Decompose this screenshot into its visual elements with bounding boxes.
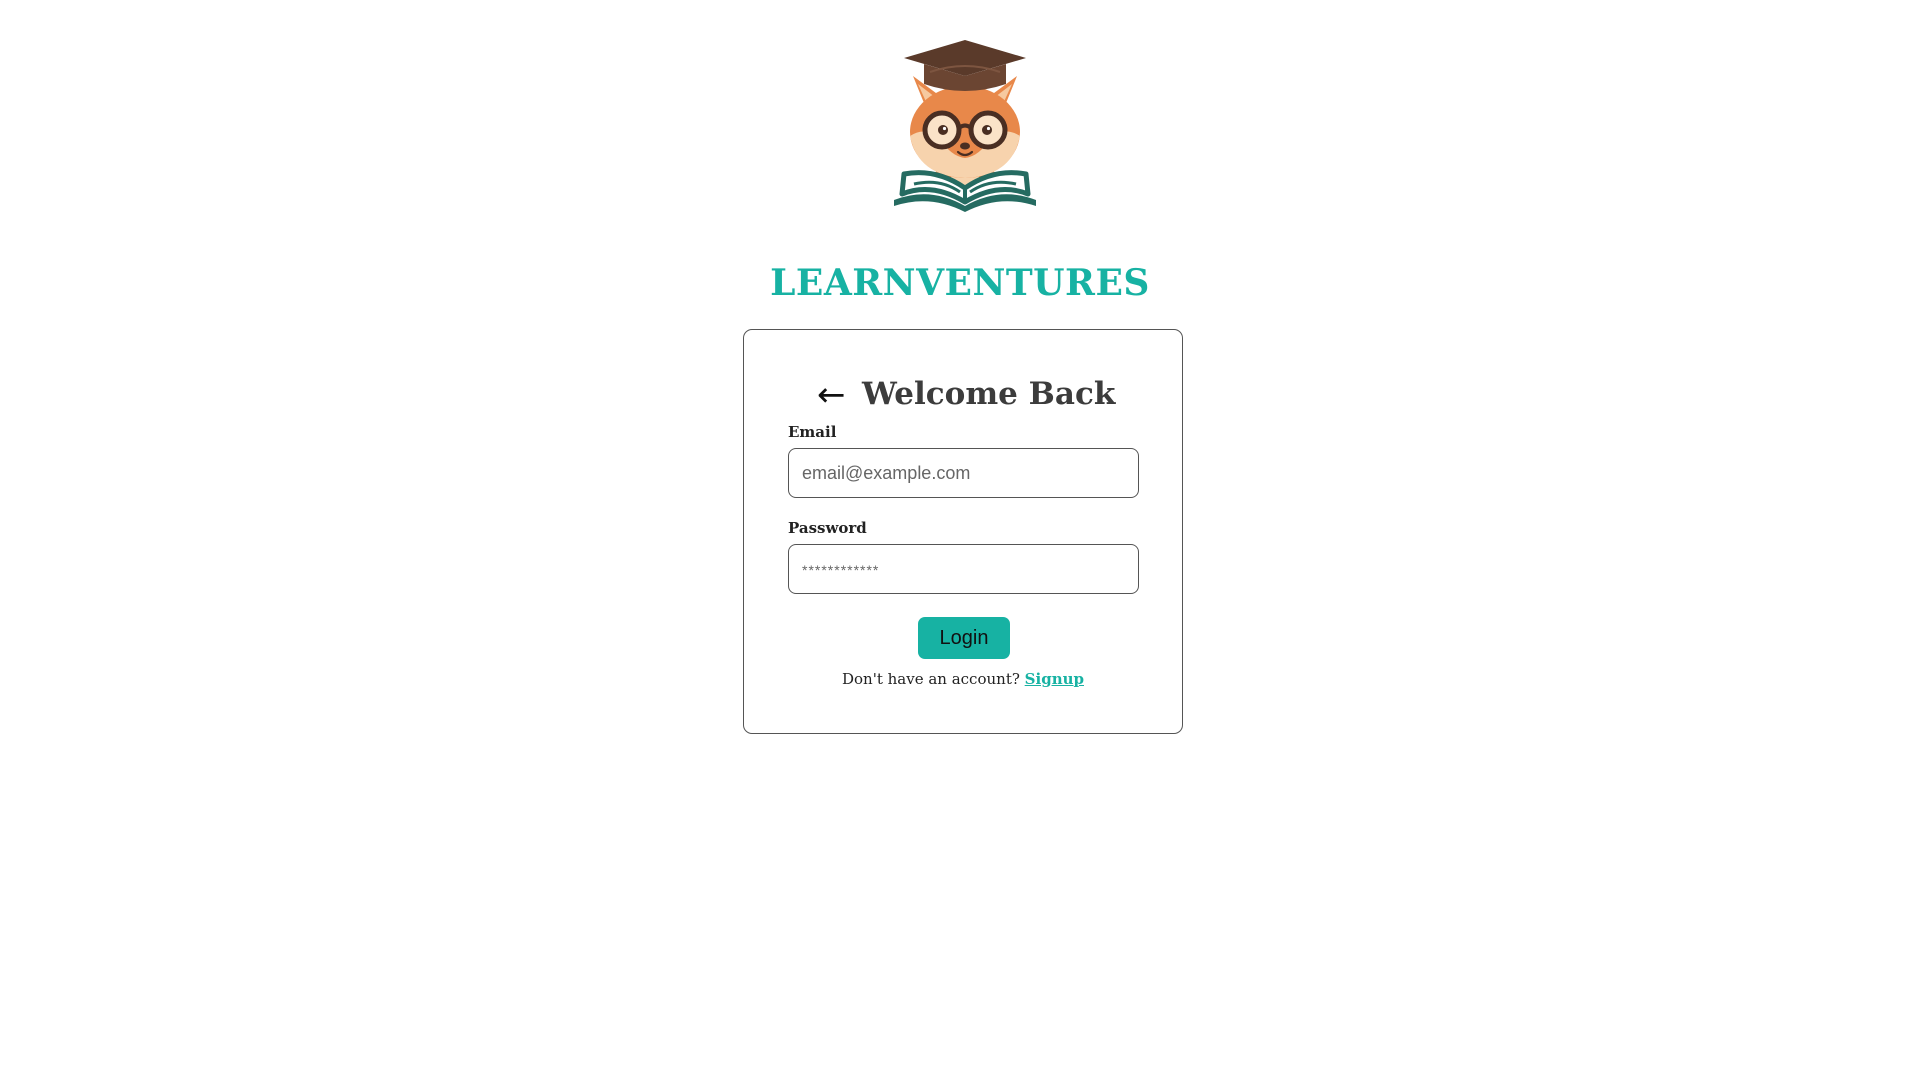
password-field[interactable] xyxy=(788,544,1139,594)
password-label: Password xyxy=(788,519,867,537)
signup-link[interactable]: Signup xyxy=(1025,670,1084,688)
brand-name: LEARNVENTURES xyxy=(770,262,1150,304)
page-title: Welcome Back xyxy=(862,376,1116,412)
signup-prompt: Don't have an account? xyxy=(841,670,1020,688)
logo-mascot-icon xyxy=(894,40,1036,212)
arrow-left-icon[interactable]: ← xyxy=(817,378,846,412)
signup-prompt-row: Don't have an account? Signup xyxy=(744,670,1182,688)
login-card: ← Welcome Back Email Password Login Don'… xyxy=(743,329,1183,734)
email-field[interactable] xyxy=(788,448,1139,498)
login-button[interactable]: Login xyxy=(918,617,1010,659)
login-card-header: ← Welcome Back xyxy=(744,372,1182,418)
email-label: Email xyxy=(788,423,837,441)
